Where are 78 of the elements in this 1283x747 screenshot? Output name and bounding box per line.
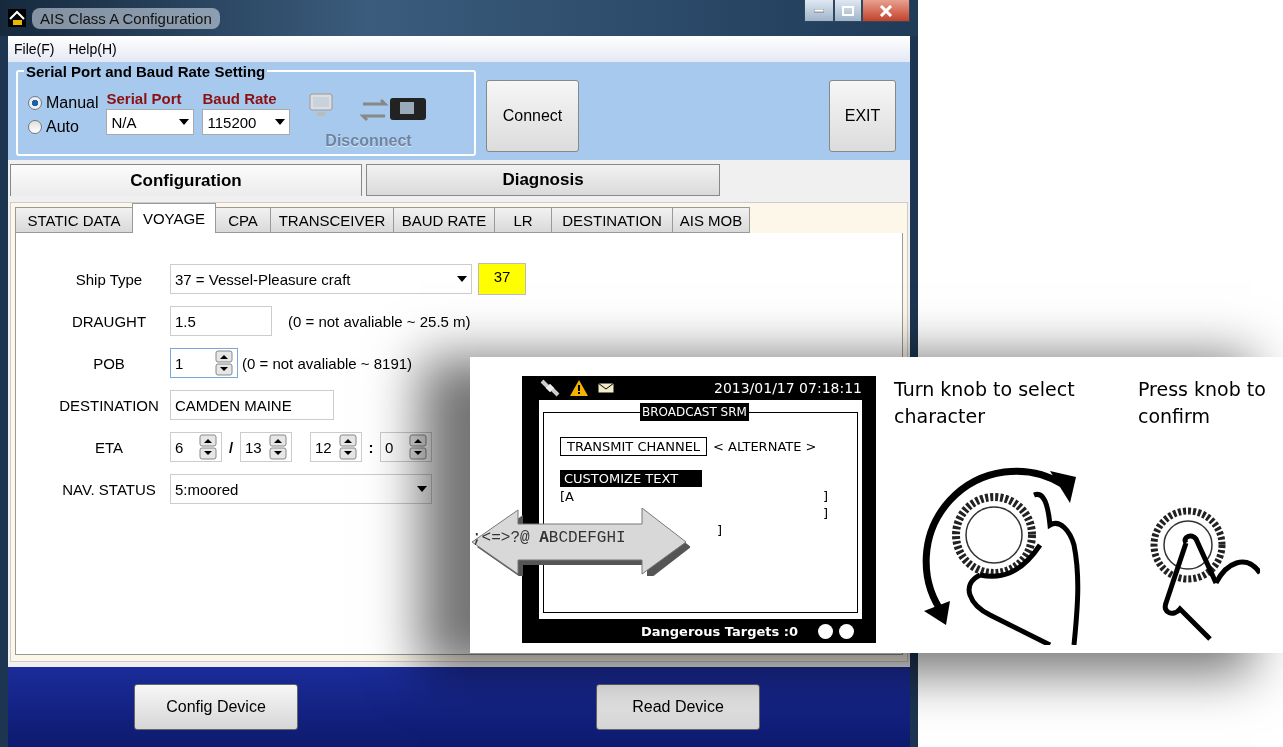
mail-icon	[597, 382, 615, 394]
sub-tab[interactable]: LR	[494, 207, 552, 233]
spin-field[interactable]: 1	[170, 348, 238, 378]
sub-tab[interactable]: STATIC DATA	[15, 207, 133, 233]
radio-option[interactable]: Manual	[28, 94, 99, 112]
dropdown-field[interactable]: 37 = Vessel-Pleasure craft	[170, 264, 472, 294]
range-hint: (0 = not avaliable ~ 25.5 m)	[288, 312, 471, 330]
dropdown-caret-icon	[275, 119, 286, 125]
text-line-end: ]	[822, 506, 828, 521]
main-tab[interactable]: Diagnosis	[366, 164, 720, 196]
spin-field[interactable]: 12	[310, 432, 362, 462]
status-dot	[818, 623, 833, 639]
field-label: DRAUGHT	[70, 312, 148, 330]
dropdown-field[interactable]: 5:moored	[170, 474, 432, 504]
main-tab[interactable]: Configuration	[10, 164, 362, 196]
spinner-arrows-icon[interactable]	[269, 434, 287, 460]
baud-rate-label: Baud Rate	[202, 90, 278, 107]
spin-field[interactable]: 6	[170, 432, 222, 462]
channel-value: < ALTERNATE >	[713, 439, 817, 454]
field-label: ETA	[93, 438, 125, 456]
maximize-button[interactable]	[834, 0, 862, 22]
instruction-text: Press knob to confirm	[1138, 377, 1267, 429]
sub-tab[interactable]: TRANSCEIVER	[270, 207, 394, 233]
separator-text: :	[367, 438, 375, 456]
sub-tab[interactable]: DESTINATION	[551, 207, 673, 233]
spinner-arrows-icon[interactable]	[339, 434, 357, 460]
satellite-icon	[539, 378, 561, 398]
window-title: AIS Class A Configuration	[32, 7, 220, 29]
spinner-arrows-icon[interactable]	[199, 434, 217, 460]
status-dot	[839, 623, 854, 639]
text-line-end: ]	[716, 523, 722, 538]
field-label: Ship Type	[74, 270, 144, 288]
close-icon	[879, 4, 893, 17]
device-button[interactable]: Read Device	[596, 684, 760, 730]
ship-type-code: 37	[478, 263, 526, 295]
minimize-icon	[814, 8, 824, 13]
radio-option[interactable]: Auto	[28, 118, 99, 136]
instruction-text: Turn knob to select character	[894, 377, 1076, 429]
spin-field[interactable]: 0	[380, 432, 432, 462]
spinner-arrows-icon[interactable]	[409, 434, 427, 460]
screen-title: BROADCAST SRM	[640, 403, 749, 421]
app-logo-icon	[8, 9, 26, 27]
close-button[interactable]	[862, 0, 910, 22]
device-button[interactable]: Config Device	[134, 684, 298, 730]
dropdown-caret-icon	[179, 119, 190, 125]
character-sequence: ;<=>?@ ABCDEFGHI	[472, 529, 626, 547]
minimize-button[interactable]	[804, 0, 834, 22]
dangerous-targets-text: Dangerous Targets :0	[640, 623, 798, 639]
text-line-start: [A	[560, 489, 574, 504]
spinner-arrows-icon[interactable]	[215, 350, 233, 376]
sub-tab[interactable]: CPA	[215, 207, 271, 233]
serial-port-dropdown[interactable]: N/A	[106, 109, 195, 135]
spin-field[interactable]: 13	[240, 432, 292, 462]
maximize-icon	[842, 5, 854, 16]
warning-icon	[569, 379, 589, 397]
input-field[interactable]: CAMDEN MAINE	[170, 390, 334, 420]
field-label: POB	[92, 354, 126, 372]
sub-tab[interactable]: BAUD RATE	[393, 207, 495, 233]
range-hint: (0 = not avaliable ~ 8191)	[242, 354, 413, 372]
text-line-end: ]	[822, 489, 828, 504]
menu-item[interactable]: File(F)	[14, 41, 55, 57]
input-field[interactable]: 1.5	[170, 306, 272, 336]
serial-port-label: Serial Port	[106, 90, 183, 107]
dropdown-caret-icon	[457, 276, 467, 282]
channel-label: TRANSMIT CHANNEL	[560, 437, 708, 456]
connect-button[interactable]: Connect	[486, 80, 579, 152]
field-label: DESTINATION	[58, 396, 160, 414]
field-label: NAV. STATUS	[61, 480, 157, 498]
baud-rate-dropdown[interactable]: 115200	[202, 109, 291, 135]
customize-text-label: CUSTOMIZE TEXT	[560, 470, 702, 487]
device-datetime: 2013/01/17 07:18:11	[713, 380, 862, 396]
menu-item[interactable]: Help(H)	[68, 41, 117, 57]
sub-tab[interactable]: AIS MOB	[672, 207, 750, 233]
exit-button[interactable]: EXIT	[829, 80, 896, 152]
group-title: Serial Port and Baud Rate Setting	[24, 63, 268, 80]
separator-text: /	[227, 438, 235, 456]
dropdown-caret-icon	[417, 486, 427, 492]
sub-tab[interactable]: VOYAGE	[132, 203, 216, 233]
